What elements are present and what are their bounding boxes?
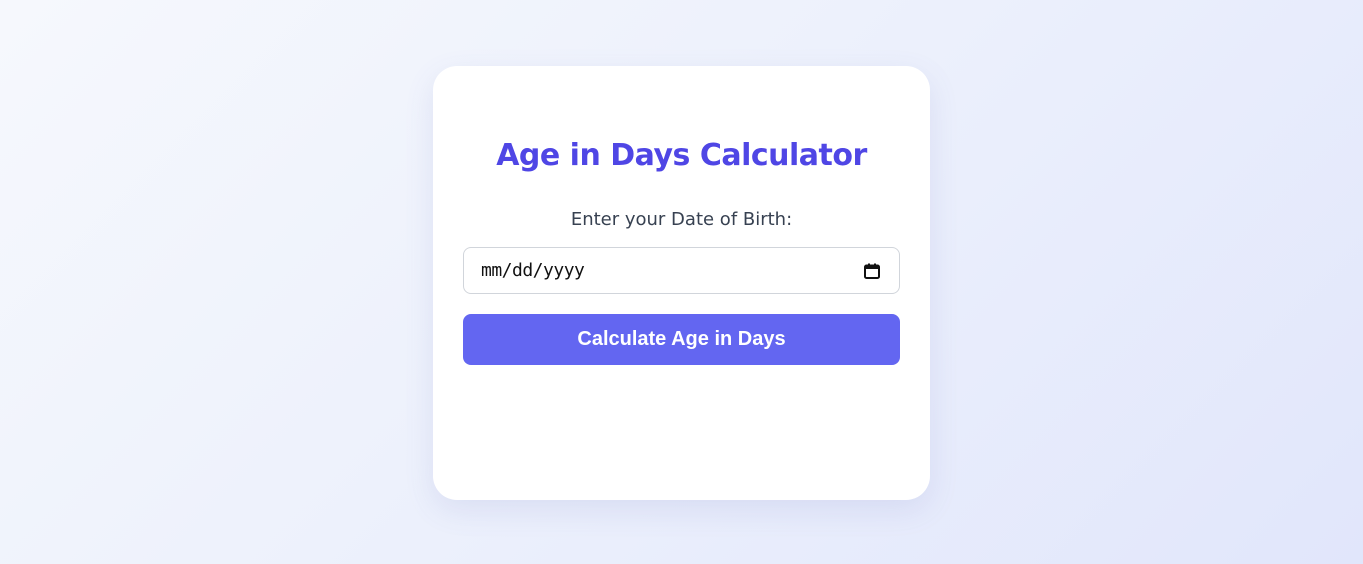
page-title: Age in Days Calculator xyxy=(496,138,867,173)
date-placeholder: mm/dd/yyyy xyxy=(481,260,585,281)
calculator-card: Age in Days Calculator Enter your Date o… xyxy=(433,66,930,500)
calendar-icon[interactable] xyxy=(863,262,881,280)
dob-date-input[interactable]: mm/dd/yyyy xyxy=(463,247,900,294)
dob-label: Enter your Date of Birth: xyxy=(570,209,793,230)
calculate-age-button[interactable]: Calculate Age in Days xyxy=(463,314,900,365)
